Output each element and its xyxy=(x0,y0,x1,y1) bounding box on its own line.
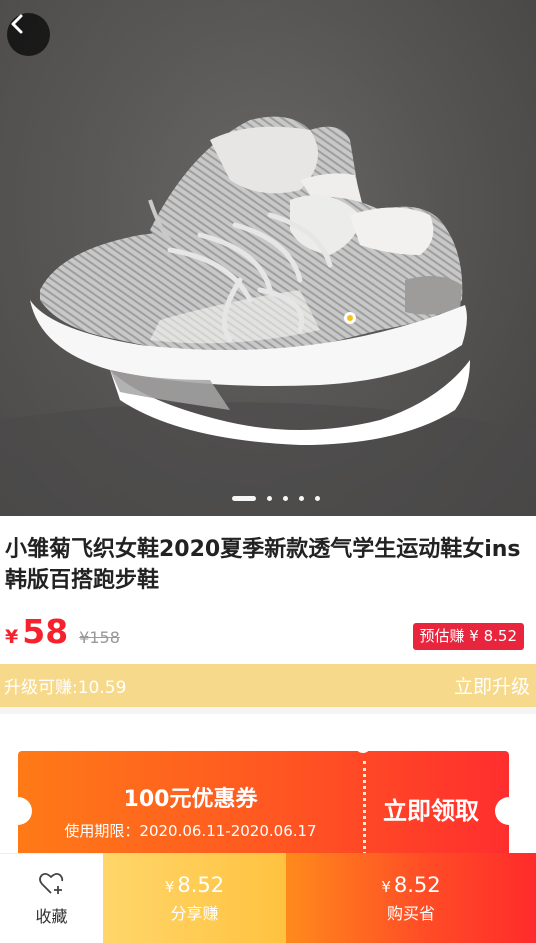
buy-amount: ¥8.52 xyxy=(381,873,440,897)
buy-save-button[interactable]: ¥8.52 购买省 xyxy=(286,853,536,943)
upgrade-bar[interactable]: 升级可赚:10.59 立即升级 xyxy=(0,664,536,707)
share-label: 分享赚 xyxy=(170,903,219,923)
share-earn-button[interactable]: ¥8.52 分享赚 xyxy=(103,853,286,943)
carousel-indicator xyxy=(0,496,536,501)
heart-plus-icon xyxy=(38,872,63,894)
estimated-earn-badge: 预估赚 ¥ 8.52 xyxy=(412,623,524,650)
original-price: ¥158 xyxy=(79,628,120,647)
product-info: 小雏菊飞织女鞋2020夏季新款透气学生运动鞋女ins韩版百搭跑步鞋 ¥ 58 ¥… xyxy=(0,516,536,664)
price-row: ¥ 58 ¥158 xyxy=(5,612,120,651)
carousel-dot[interactable] xyxy=(315,496,320,501)
claim-coupon-button[interactable]: 立即领取 xyxy=(366,791,496,826)
favorite-button[interactable]: 收藏 xyxy=(0,853,103,943)
coupon-validity: 使用期限：2020.06.11-2020.06.17 xyxy=(64,822,317,840)
carousel-dot[interactable] xyxy=(283,496,288,501)
share-amount: ¥8.52 xyxy=(165,873,224,897)
carousel-dot[interactable] xyxy=(299,496,304,501)
product-title: 小雏菊飞织女鞋2020夏季新款透气学生运动鞋女ins韩版百搭跑步鞋 xyxy=(5,537,521,593)
upgrade-earn-text: 升级可赚:10.59 xyxy=(4,678,127,698)
carousel-dot[interactable] xyxy=(267,496,272,501)
current-price: 58 xyxy=(22,612,69,651)
back-button[interactable] xyxy=(7,13,50,56)
buy-label: 购买省 xyxy=(386,903,435,923)
coupon-title: 100元优惠券 xyxy=(123,787,258,812)
chevron-left-icon xyxy=(11,14,23,34)
product-image-carousel[interactable] xyxy=(0,0,536,516)
upgrade-now-link[interactable]: 立即升级 xyxy=(454,672,530,699)
coupon-notch xyxy=(355,751,371,753)
bottom-action-bar: 收藏 ¥8.52 分享赚 ¥8.52 购买省 xyxy=(0,853,536,943)
product-detail-page: 小雏菊飞织女鞋2020夏季新款透气学生运动鞋女ins韩版百搭跑步鞋 ¥ 58 ¥… xyxy=(0,0,536,943)
share-amount-value: 8.52 xyxy=(177,872,225,897)
buy-amount-value: 8.52 xyxy=(393,872,441,897)
coupon-notch xyxy=(495,797,509,825)
coupon-section: 100元优惠券 使用期限：2020.06.11-2020.06.17 立即领取 xyxy=(0,714,536,871)
price-currency: ¥ xyxy=(5,626,19,648)
favorite-label: 收藏 xyxy=(35,906,68,926)
product-photo xyxy=(0,0,536,516)
buy-currency: ¥ xyxy=(381,877,391,896)
carousel-dot-active[interactable] xyxy=(232,496,256,501)
share-currency: ¥ xyxy=(164,877,175,896)
